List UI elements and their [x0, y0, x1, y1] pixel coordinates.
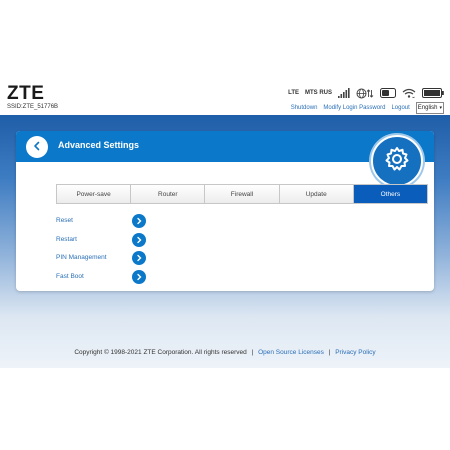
globe-data-icon: [356, 88, 374, 99]
network-type: LTE: [288, 90, 299, 96]
tab-firewall[interactable]: Firewall: [205, 185, 280, 203]
menu-item-pin-management[interactable]: PIN Management: [56, 250, 146, 269]
page-footer: Copyright © 1998-2021 ZTE Corporation. A…: [0, 349, 450, 356]
copyright-text: Copyright © 1998-2021 ZTE Corporation. A…: [74, 349, 247, 356]
tab-update[interactable]: Update: [279, 185, 354, 203]
footer-separator: |: [328, 349, 331, 356]
chevron-down-icon: ▾: [439, 105, 442, 111]
language-select[interactable]: English ▾: [415, 102, 444, 114]
chevron-right-icon[interactable]: [132, 232, 146, 247]
page-title: Advanced Settings: [58, 140, 140, 150]
status-bar: LTE MTS RUS: [288, 86, 444, 100]
gear-icon: [383, 145, 411, 178]
privacy-policy-link[interactable]: Privacy Policy: [335, 349, 375, 356]
signal-strength-icon: [338, 88, 350, 98]
chevron-left-icon: [32, 138, 42, 156]
back-button[interactable]: [26, 136, 48, 158]
menu-item-fast-boot[interactable]: Fast Boot: [56, 269, 146, 288]
menu-item-label: Fast Boot: [56, 272, 84, 280]
sim-card-icon: [380, 88, 396, 98]
tab-others[interactable]: Others: [353, 185, 428, 203]
chevron-right-icon[interactable]: [132, 214, 146, 228]
page-bottom: [0, 368, 450, 450]
menu-item-reset[interactable]: Reset: [56, 213, 146, 232]
menu-item-label: PIN Management: [56, 254, 107, 261]
ssid-label: SSID:ZTE_51776B: [7, 104, 59, 110]
chevron-right-icon[interactable]: [132, 251, 146, 265]
footer-separator: |: [251, 349, 254, 356]
top-header: ZTE SSID:ZTE_51776B LTE MTS RUS Shutdown…: [0, 81, 450, 115]
language-value: English: [417, 105, 438, 111]
header-links: Shutdown Modify Login Password Logout En…: [291, 102, 444, 114]
menu-item-label: Restart: [56, 235, 77, 243]
panel-header: Advanced Settings: [16, 131, 434, 187]
tab-power-save[interactable]: Power-save: [57, 185, 132, 203]
carrier-name: MTS RUS: [305, 90, 332, 96]
tab-router[interactable]: Router: [131, 185, 206, 203]
zte-logo: ZTE: [7, 83, 45, 104]
settings-tabs: Power-save Router Firewall Update Others: [56, 184, 428, 204]
open-source-link[interactable]: Open Source Licenses: [258, 349, 324, 356]
shutdown-link[interactable]: Shutdown: [291, 105, 318, 111]
logout-link[interactable]: Logout: [391, 105, 409, 111]
settings-badge: [371, 135, 423, 187]
menu-item-restart[interactable]: Restart: [56, 232, 146, 251]
menu-item-label: Reset: [56, 217, 73, 224]
chevron-right-icon[interactable]: [132, 269, 146, 284]
modify-password-link[interactable]: Modify Login Password: [323, 105, 385, 111]
wifi-icon: [402, 88, 416, 99]
battery-icon: [422, 88, 444, 98]
advanced-settings-panel: Advanced Settings Power-save Router Fire…: [16, 131, 434, 291]
others-menu: Reset Restart PIN Management Fast Boot: [56, 213, 146, 287]
